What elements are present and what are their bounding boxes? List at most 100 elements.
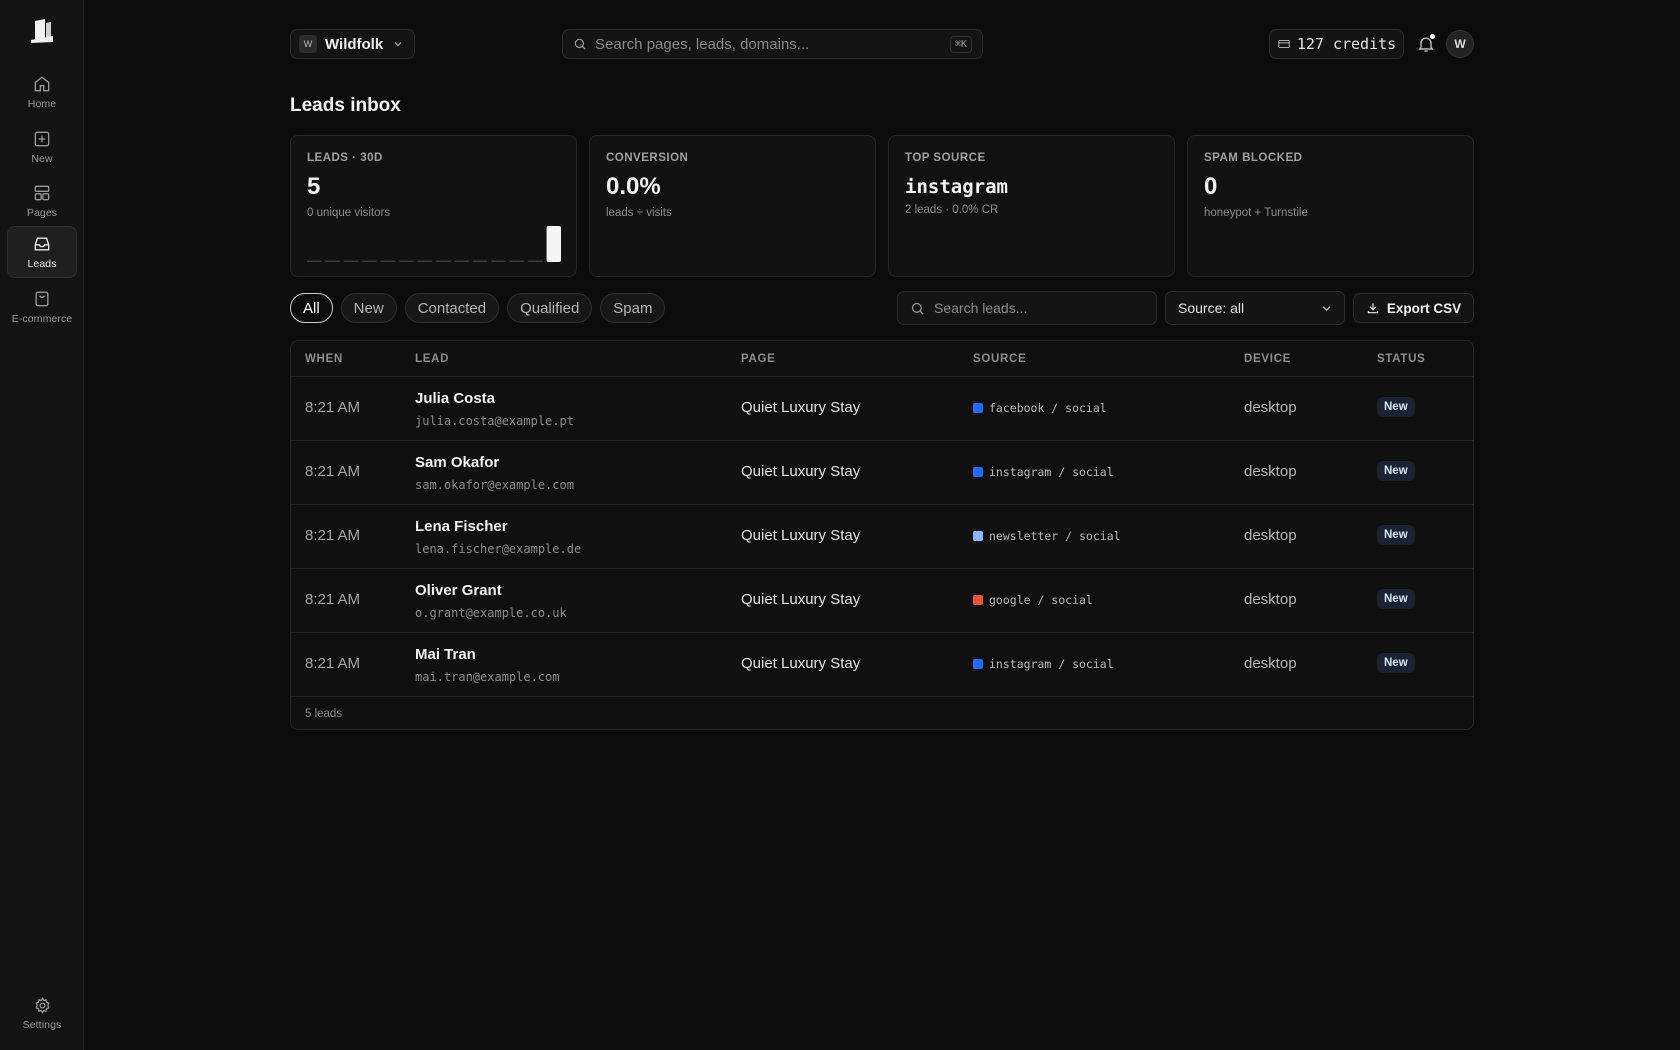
sidebar-item-pages[interactable]: Pages — [7, 175, 77, 227]
source-select[interactable]: Source: all — [1165, 291, 1345, 325]
lead-source: google / social — [973, 593, 1093, 607]
lead-page: Quiet Luxury Stay — [741, 527, 861, 544]
sparkline-bar — [380, 260, 396, 262]
tab-spam[interactable]: Spam — [600, 293, 666, 323]
lead-source: instagram / social — [973, 465, 1114, 479]
stat-value: 0 — [1204, 173, 1218, 200]
column-header-source[interactable]: SOURCE — [973, 353, 1026, 365]
table-row[interactable]: 8:21 AM Mai Tran mai.tran@example.com Qu… — [291, 633, 1473, 697]
sparkline-bar — [325, 260, 340, 262]
sparkline-bar — [417, 260, 432, 262]
lead-page: Quiet Luxury Stay — [741, 463, 861, 480]
lead-time: 8:21 AM — [305, 399, 361, 416]
status-badge[interactable]: New — [1377, 461, 1415, 481]
lead-time: 8:21 AM — [305, 591, 361, 608]
source-color-dot — [973, 403, 983, 413]
sidebar-item-label: Leads — [27, 258, 57, 270]
chevron-down-icon — [394, 42, 402, 47]
notifications-button[interactable] — [1416, 34, 1436, 54]
stat-card-leads: LEADS · 30D 5 0 unique visitors — [290, 135, 577, 277]
lead-device: desktop — [1244, 527, 1297, 544]
stat-label: SPAM BLOCKED — [1204, 152, 1303, 164]
stat-value: 0.0% — [606, 173, 661, 200]
sidebar-item-label: E-commerce — [11, 313, 73, 325]
sparkline-bar — [491, 260, 506, 262]
column-header-device[interactable]: DEVICE — [1244, 353, 1291, 365]
sidebar-item-home[interactable]: Home — [7, 66, 77, 118]
table-row[interactable]: 8:21 AM Sam Okafor sam.okafor@example.co… — [291, 441, 1473, 505]
source-text: google / social — [989, 593, 1093, 607]
lead-source: newsletter / social — [973, 529, 1121, 543]
lead-device: desktop — [1244, 463, 1297, 480]
sidebar-item-settings[interactable]: Settings — [7, 988, 77, 1038]
lead-time: 8:21 AM — [305, 527, 361, 544]
lead-time: 8:21 AM — [305, 655, 361, 672]
column-header-lead[interactable]: LEAD — [415, 353, 449, 365]
sidebar-item-label: Pages — [26, 207, 58, 219]
sparkline-bar — [472, 260, 488, 262]
sparkline-bar — [399, 260, 414, 262]
lead-name: Oliver Grant — [415, 582, 502, 599]
credit-card-icon — [1278, 39, 1290, 49]
stat-value: instagram — [905, 176, 1008, 198]
stat-sub: honeypot + Turnstile — [1204, 207, 1308, 219]
lead-name: Lena Fischer — [415, 518, 508, 535]
user-avatar[interactable]: W — [1446, 30, 1474, 58]
layout-icon — [34, 185, 50, 201]
status-badge[interactable]: New — [1377, 589, 1415, 609]
global-search[interactable]: ⌘K — [562, 29, 983, 59]
source-select-value: Source: all — [1178, 300, 1245, 316]
shopping-bag-icon — [35, 291, 49, 307]
stat-card-top-source: TOP SOURCE instagram 2 leads · 0.0% CR — [888, 135, 1175, 277]
credits-button[interactable]: 127 credits — [1269, 29, 1404, 59]
lead-time: 8:21 AM — [305, 463, 361, 480]
tab-qualified[interactable]: Qualified — [507, 293, 593, 323]
workspace-avatar: W — [299, 35, 317, 53]
status-badge[interactable]: New — [1377, 397, 1415, 417]
tab-all[interactable]: All — [290, 293, 333, 323]
sidebar-item-label: New — [31, 153, 53, 165]
status-badge[interactable]: New — [1377, 653, 1415, 673]
download-icon — [1367, 303, 1379, 314]
lead-email: julia.costa@example.pt — [415, 414, 574, 428]
table-footer-count: 5 leads — [305, 708, 343, 720]
search-icon — [911, 302, 924, 315]
sidebar-item-ecommerce[interactable]: E-commerce — [7, 281, 77, 333]
sidebar-item-leads[interactable]: Leads — [7, 226, 77, 278]
leads-sparkline — [307, 226, 561, 262]
workspace-switcher[interactable]: W Wildfolk — [290, 29, 415, 59]
stat-sub: leads ÷ visits — [606, 207, 672, 219]
table-row[interactable]: 8:21 AM Lena Fischer lena.fischer@exampl… — [291, 505, 1473, 569]
column-header-when[interactable]: WHEN — [305, 353, 343, 365]
logo-icon[interactable] — [27, 16, 57, 46]
table-row[interactable]: 8:21 AM Oliver Grant o.grant@example.co.… — [291, 569, 1473, 633]
source-text: instagram / social — [989, 657, 1114, 671]
source-color-dot — [973, 659, 983, 669]
lead-device: desktop — [1244, 591, 1297, 608]
stat-label: TOP SOURCE — [905, 152, 986, 164]
stat-card-spam: SPAM BLOCKED 0 honeypot + Turnstile — [1187, 135, 1474, 277]
lead-name: Mai Tran — [415, 646, 476, 663]
sparkline-bar — [362, 260, 377, 262]
status-badge[interactable]: New — [1377, 525, 1415, 545]
lead-device: desktop — [1244, 399, 1297, 416]
gear-icon — [35, 996, 49, 1014]
lead-search[interactable] — [897, 291, 1157, 325]
table-row[interactable]: 8:21 AM Julia Costa julia.costa@example.… — [291, 377, 1473, 441]
stat-value: 5 — [307, 173, 321, 200]
lead-page: Quiet Luxury Stay — [741, 655, 861, 672]
sparkline-bar — [528, 260, 543, 262]
lead-email: o.grant@example.co.uk — [415, 606, 567, 620]
global-search-input[interactable] — [595, 35, 942, 53]
source-color-dot — [973, 595, 983, 605]
tab-new[interactable]: New — [340, 293, 397, 323]
column-header-page[interactable]: PAGE — [741, 353, 776, 365]
lead-page: Quiet Luxury Stay — [741, 591, 861, 608]
column-header-status[interactable]: STATUS — [1377, 353, 1426, 365]
sidebar-item-new[interactable]: New — [7, 121, 77, 173]
status-filter-tabs: All New Contacted Qualified Spam — [290, 293, 666, 323]
export-csv-button[interactable]: Export CSV — [1353, 293, 1474, 323]
lead-search-input[interactable] — [934, 300, 1144, 316]
stat-label: CONVERSION — [606, 152, 689, 164]
tab-contacted[interactable]: Contacted — [404, 293, 500, 323]
